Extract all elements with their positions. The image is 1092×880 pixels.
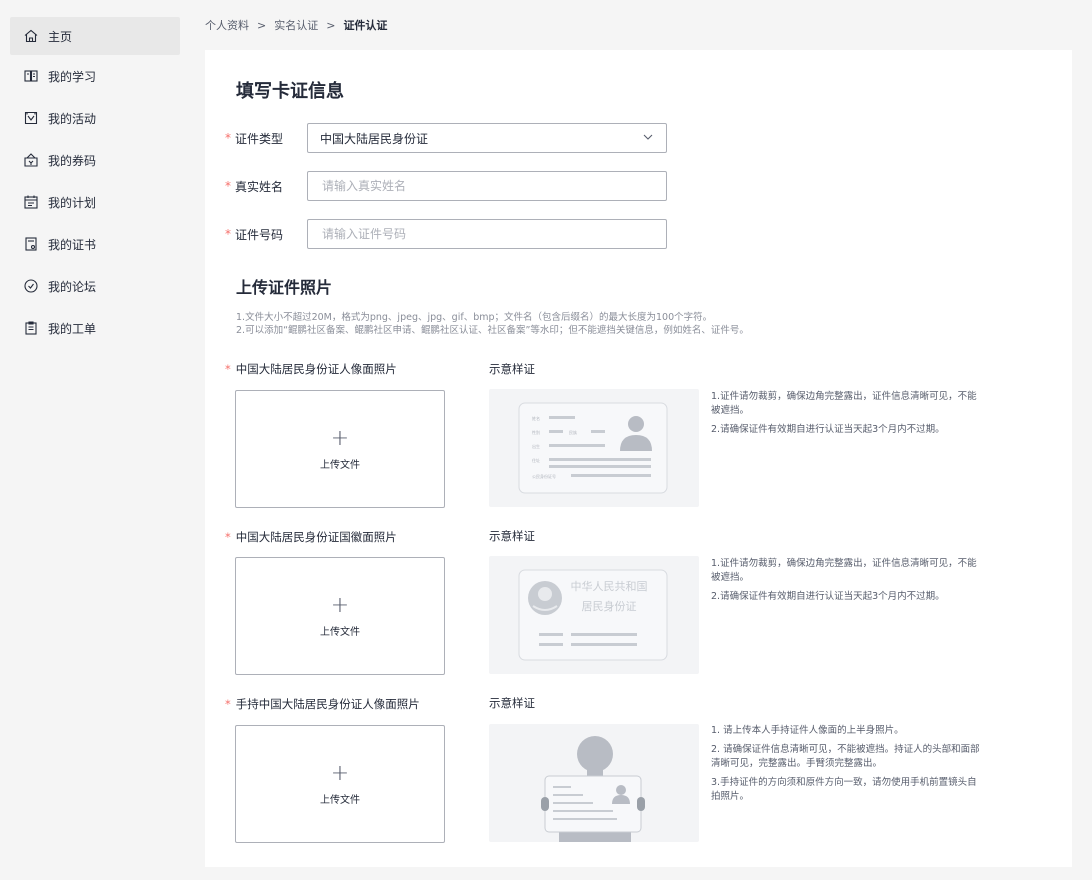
sample-front-image: 姓名 性别 民族 出生 住址 公民身份证号	[489, 389, 699, 507]
certificate-icon	[22, 235, 40, 253]
sample-back-line1: 中华人民共和国	[571, 579, 648, 593]
tips-back: 1.证件请勿裁剪，确保边角完整露出，证件信息清晰可见，不能被遮挡。 2.请确保证…	[711, 557, 983, 609]
coupon-icon	[22, 151, 40, 169]
id-type-select[interactable]: 中国大陆居民身份证	[307, 123, 667, 153]
breadcrumb-item-realname[interactable]: 实名认证	[274, 17, 318, 33]
section-label-text: 手持中国大陆居民身份证人像面照片	[235, 697, 420, 711]
required-mark: *	[225, 530, 231, 544]
sidebar-item-label: 我的工单	[48, 321, 97, 336]
sidebar-item-ticket[interactable]: 我的工单	[10, 309, 180, 347]
field-id-type: * 证件类型 中国大陆居民身份证	[225, 123, 667, 153]
upload-handheld-button[interactable]: + 上传文件	[235, 725, 445, 843]
sidebar-item-plan[interactable]: 我的计划	[10, 183, 180, 221]
upload-text: 上传文件	[320, 626, 360, 638]
field-label: 证件类型	[235, 131, 284, 146]
plus-icon: +	[330, 760, 350, 786]
plus-icon: +	[330, 592, 350, 618]
field-id-number: * 证件号码	[225, 219, 667, 249]
sample-field-address: 住址	[532, 457, 540, 463]
tip: 3.手持证件的方向须和原件方向一致，请勿使用手机前置镜头自拍照片。	[711, 777, 977, 802]
sidebar-item-home[interactable]: 主页	[10, 17, 180, 55]
id-number-input[interactable]	[320, 226, 654, 242]
sidebar-item-label: 我的活动	[48, 111, 97, 126]
field-label: 证件号码	[235, 227, 284, 242]
real-name-input[interactable]	[320, 178, 654, 194]
tip: 2.请确保证件有效期自进行认证当天起3个月内不过期。	[711, 424, 945, 435]
study-icon	[22, 67, 40, 85]
sidebar-item-label: 主页	[48, 29, 73, 44]
tips-front: 1.证件请勿裁剪，确保边角完整露出，证件信息清晰可见，不能被遮挡。 2.请确保证…	[711, 390, 983, 442]
tip: 2.请确保证件有效期自进行认证当天起3个月内不过期。	[711, 591, 945, 602]
sample-field-ethnic: 民族	[569, 429, 577, 435]
upload-front-button[interactable]: + 上传文件	[235, 390, 445, 508]
sample-handheld-image	[489, 724, 699, 842]
sidebar: 主页 我的学习 我的活动 我的券码 我的计划 我的证书 我的论坛 我的工单	[0, 0, 190, 880]
sidebar-item-label: 我的论坛	[48, 279, 97, 294]
sidebar-item-coupon[interactable]: 我的券码	[10, 141, 180, 179]
upload-notes: 1.文件大小不超过20M，格式为png、jpeg、jpg、gif、bmp；文件名…	[236, 311, 749, 337]
ticket-icon	[22, 319, 40, 337]
upload-text: 上传文件	[320, 794, 360, 806]
section-label-back: * 中国大陆居民身份证国徽面照片	[225, 529, 397, 545]
real-name-input-wrapper	[307, 171, 667, 201]
sample-label: 示意样证	[489, 696, 535, 710]
breadcrumb-item-profile[interactable]: 个人资料	[205, 17, 249, 33]
calendar-icon	[22, 193, 40, 211]
sidebar-item-label: 我的证书	[48, 237, 97, 252]
page-title: 填写卡证信息	[236, 81, 344, 102]
breadcrumb-separator: >	[326, 18, 336, 32]
upload-note: 2.可以添加“鲲鹏社区备案、鲲鹏社区申请、鲲鹏社区认证、社区备案”等水印；但不能…	[236, 325, 749, 336]
sidebar-item-label: 我的学习	[48, 69, 97, 84]
sample-field-name: 姓名	[532, 415, 540, 421]
chevron-down-icon	[642, 131, 654, 146]
sample-field-idno: 公民身份证号	[532, 473, 556, 479]
sidebar-item-study[interactable]: 我的学习	[10, 57, 180, 95]
field-real-name: * 真实姓名	[225, 171, 667, 201]
upload-note: 1.文件大小不超过20M，格式为png、jpeg、jpg、gif、bmp；文件名…	[236, 312, 713, 323]
section-label-front: * 中国大陆居民身份证人像面照片	[225, 361, 397, 377]
sidebar-item-activity[interactable]: 我的活动	[10, 99, 180, 137]
sidebar-item-forum[interactable]: 我的论坛	[10, 267, 180, 305]
upload-title: 上传证件照片	[236, 278, 333, 297]
sample-back-line2: 居民身份证	[582, 599, 637, 613]
tip: 1.证件请勿裁剪，确保边角完整露出，证件信息清晰可见，不能被遮挡。	[711, 558, 977, 583]
id-number-input-wrapper	[307, 219, 667, 249]
sample-label: 示意样证	[489, 529, 535, 543]
tip: 1. 请上传本人手持证件人像面的上半身照片。	[711, 725, 904, 736]
section-label-handheld: * 手持中国大陆居民身份证人像面照片	[225, 696, 420, 712]
tip: 1.证件请勿裁剪，确保边角完整露出，证件信息清晰可见，不能被遮挡。	[711, 391, 977, 416]
section-label-text: 中国大陆居民身份证国徽面照片	[235, 530, 397, 544]
tip: 2. 请确保证件信息清晰可见，不能被遮挡。持证人的头部和面部清晰可见，完整露出。…	[711, 744, 980, 769]
sample-field-gender: 性别	[532, 429, 540, 435]
sidebar-item-label: 我的券码	[48, 153, 97, 168]
required-mark: *	[225, 227, 231, 241]
sample-back-image: 中华人民共和国 居民身份证	[489, 556, 699, 674]
breadcrumb-separator: >	[257, 18, 267, 32]
section-label-text: 中国大陆居民身份证人像面照片	[235, 362, 397, 376]
tips-handheld: 1. 请上传本人手持证件人像面的上半身照片。 2. 请确保证件信息清晰可见，不能…	[711, 724, 983, 809]
required-mark: *	[225, 179, 231, 193]
required-mark: *	[225, 131, 231, 145]
sample-label: 示意样证	[489, 362, 535, 376]
upload-back-button[interactable]: + 上传文件	[235, 557, 445, 675]
required-mark: *	[225, 697, 231, 711]
activity-icon	[22, 109, 40, 127]
upload-text: 上传文件	[320, 459, 360, 471]
sidebar-item-certificate[interactable]: 我的证书	[10, 225, 180, 263]
id-type-value: 中国大陆居民身份证	[320, 131, 429, 146]
plus-icon: +	[330, 425, 350, 451]
home-icon	[22, 27, 40, 45]
field-label: 真实姓名	[235, 179, 284, 194]
required-mark: *	[225, 362, 231, 376]
breadcrumb-item-current: 证件认证	[343, 19, 388, 32]
breadcrumb: 个人资料 > 实名认证 > 证件认证	[205, 17, 387, 33]
forum-icon	[22, 277, 40, 295]
sample-field-birth: 出生	[532, 443, 540, 449]
sidebar-item-label: 我的计划	[48, 195, 97, 210]
form-card: 填写卡证信息 * 证件类型 中国大陆居民身份证 * 真实姓名 * 证件号码 上传…	[205, 50, 1072, 867]
